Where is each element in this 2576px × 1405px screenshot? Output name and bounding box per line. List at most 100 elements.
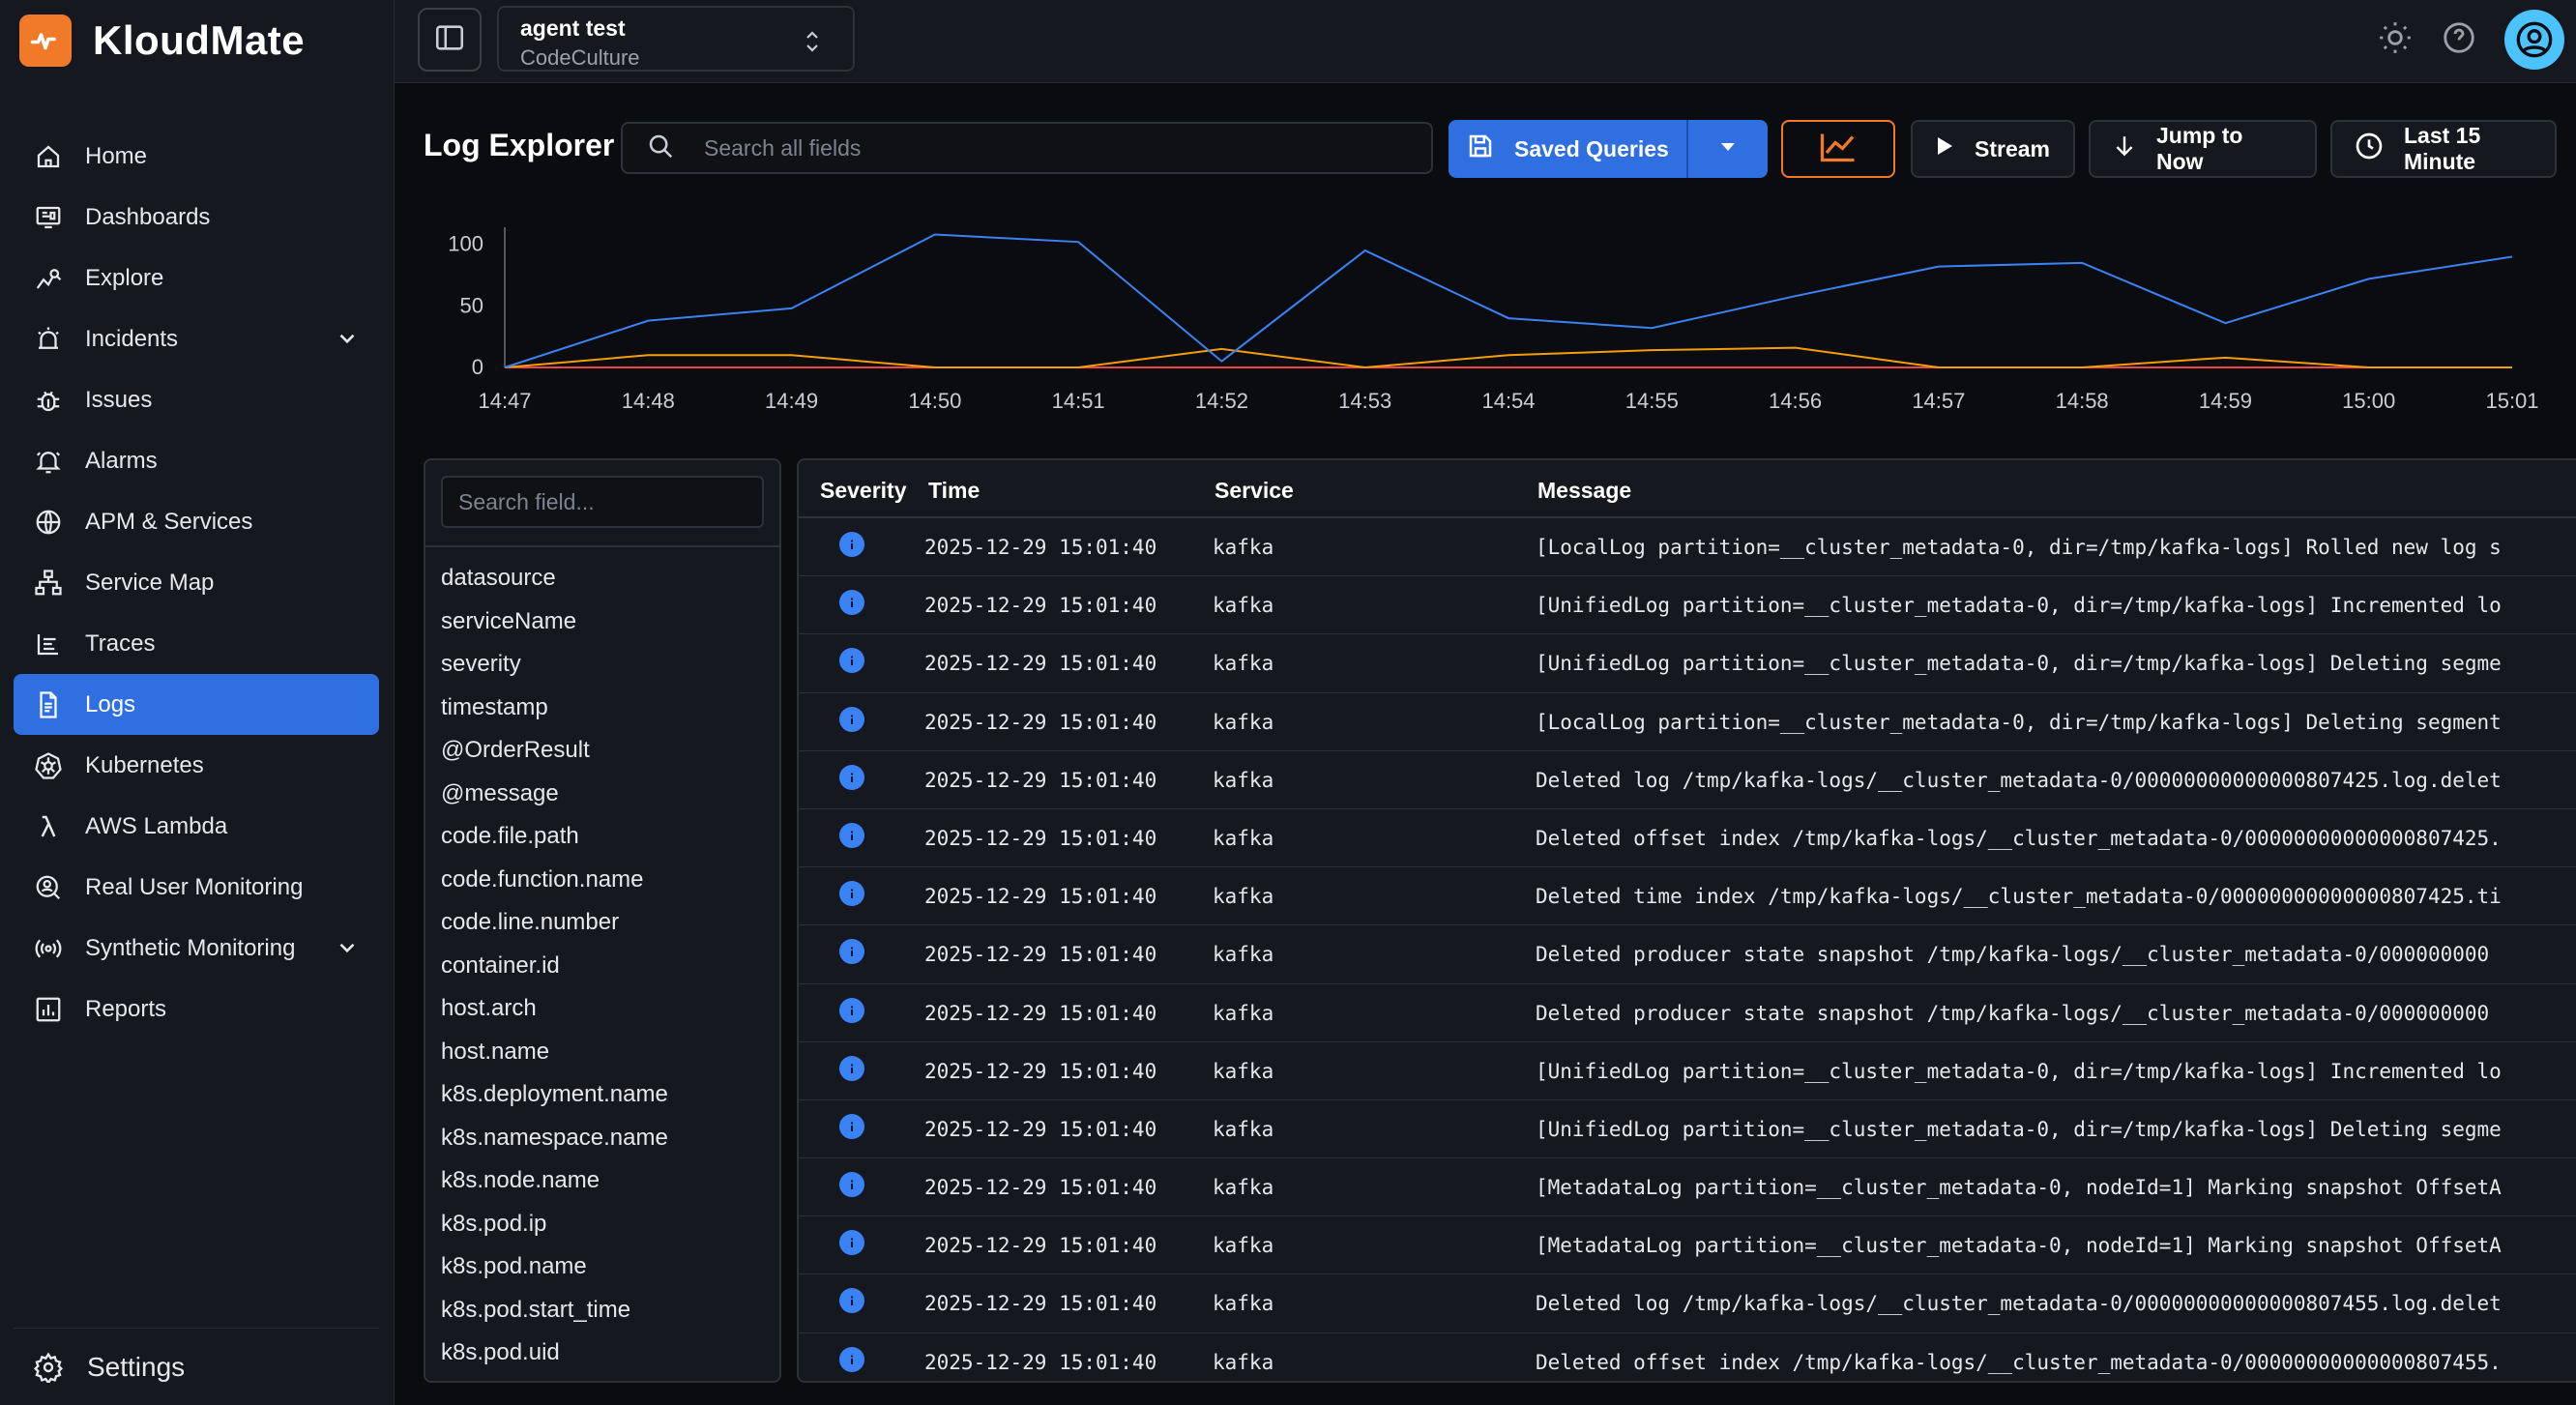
info-icon: [839, 706, 864, 732]
info-icon: [839, 590, 864, 616]
sidebar-item-traces[interactable]: Traces: [14, 613, 379, 674]
sidebar-toggle-button[interactable]: [418, 8, 482, 72]
x-tick-label: 14:51: [1052, 389, 1105, 413]
sidebar-item-home[interactable]: Home: [14, 126, 379, 187]
table-row[interactable]: 2025-12-29 15:01:40 kafka Deleted offset i…: [799, 809, 2576, 868]
saved-queries-dropdown[interactable]: [1688, 120, 1768, 178]
brand[interactable]: KloudMate: [19, 12, 305, 70]
row-message: [UnifiedLog partition=__cluster_metadata…: [1536, 594, 2502, 618]
table-row[interactable]: 2025-12-29 15:01:40 kafka [LocalLog partit…: [799, 693, 2576, 751]
series-line: [504, 233, 2513, 368]
field-search-input[interactable]: [441, 476, 764, 528]
field-item[interactable]: k8s.pod.uid: [425, 1332, 779, 1375]
chevron-down-icon[interactable]: [335, 326, 360, 358]
column-header-service[interactable]: Service: [1215, 478, 1294, 504]
document-icon: [31, 688, 66, 722]
time-range-button[interactable]: Last 15 Minute: [2330, 120, 2557, 178]
row-message: [LocalLog partition=__cluster_metadata-0…: [1536, 710, 2502, 734]
table-row[interactable]: 2025-12-29 15:01:40 kafka [UnifiedLog part…: [799, 576, 2576, 635]
sidebar-item-incidents[interactable]: Incidents: [14, 308, 379, 369]
row-message: [LocalLog partition=__cluster_metadata-0…: [1536, 536, 2502, 559]
column-header-time[interactable]: Time: [928, 478, 980, 504]
saved-queries-button[interactable]: Saved Queries: [1449, 120, 1688, 178]
sidebar-item-rum[interactable]: Real User Monitoring: [14, 857, 379, 918]
field-item[interactable]: k8s.pod.ip: [425, 1203, 779, 1246]
chevron-down-icon[interactable]: [335, 935, 360, 967]
column-header-severity[interactable]: Severity: [820, 478, 907, 504]
column-header-message[interactable]: Message: [1537, 478, 1631, 504]
sidebar-item-explore[interactable]: Explore: [14, 248, 379, 308]
search-icon: [646, 132, 675, 165]
field-item[interactable]: k8s.namespace.name: [425, 1117, 779, 1160]
sidebar-item-logs[interactable]: Logs: [14, 674, 379, 735]
field-item[interactable]: k8s.deployment.name: [425, 1073, 779, 1117]
sidebar-item-label: Issues: [85, 386, 153, 413]
field-item[interactable]: code.file.path: [425, 815, 779, 859]
row-time: 2025-12-29 15:01:40: [924, 710, 1157, 734]
sidebar-item-kubernetes[interactable]: Kubernetes: [14, 735, 379, 796]
sidebar-item-label: Explore: [85, 264, 164, 291]
table-row[interactable]: 2025-12-29 15:01:40 kafka Deleted offset i…: [799, 1333, 2576, 1381]
field-item[interactable]: datasource: [425, 557, 779, 600]
table-row[interactable]: 2025-12-29 15:01:40 kafka Deleted time ind…: [799, 867, 2576, 926]
field-item[interactable]: k8s.pod.name: [425, 1245, 779, 1289]
search-input[interactable]: [704, 134, 1381, 161]
sidebar-item-synthetic[interactable]: Synthetic Monitoring: [14, 918, 379, 979]
sidebar-item-reports[interactable]: Reports: [14, 979, 379, 1039]
workspace-selector[interactable]: agent test CodeCulture: [497, 6, 855, 72]
table-row[interactable]: 2025-12-29 15:01:40 kafka Deleted log /tmp…: [799, 1274, 2576, 1333]
table-row[interactable]: 2025-12-29 15:01:40 kafka Deleted log /tmp…: [799, 751, 2576, 809]
logs-table: Severity Time Service Message 2025-12-29…: [797, 458, 2576, 1383]
explore-icon: [31, 261, 66, 296]
field-item[interactable]: code.line.number: [425, 901, 779, 945]
table-row[interactable]: 2025-12-29 15:01:40 kafka [UnifiedLog part…: [799, 1042, 2576, 1100]
sidebar-item-label: AWS Lambda: [85, 812, 228, 839]
stream-button[interactable]: Stream: [1911, 120, 2075, 178]
field-item[interactable]: host.name: [425, 1031, 779, 1074]
sidebar-item-alarms[interactable]: Alarms: [14, 430, 379, 491]
x-tick-label: 14:57: [1912, 389, 1965, 413]
sidebar-item-aws-lambda[interactable]: AWS Lambda: [14, 796, 379, 857]
broadcast-icon: [31, 931, 66, 966]
sidebar-item-dashboards[interactable]: Dashboards: [14, 187, 379, 248]
table-row[interactable]: 2025-12-29 15:01:40 kafka [UnifiedLog part…: [799, 1100, 2576, 1159]
field-item[interactable]: code.function.name: [425, 859, 779, 902]
table-row[interactable]: 2025-12-29 15:01:40 kafka [MetadataLog par…: [799, 1158, 2576, 1217]
field-item[interactable]: @message: [425, 773, 779, 816]
sidebar-item-issues[interactable]: Issues: [14, 369, 379, 430]
field-item[interactable]: container.id: [425, 945, 779, 988]
row-service: kafka: [1213, 652, 1274, 676]
info-icon: [839, 1113, 864, 1139]
table-row[interactable]: 2025-12-29 15:01:40 kafka Deleted producer…: [799, 984, 2576, 1042]
table-row[interactable]: 2025-12-29 15:01:40 kafka [UnifiedLog part…: [799, 634, 2576, 693]
x-tick-label: 14:49: [765, 389, 818, 413]
settings-label: Settings: [87, 1351, 186, 1382]
table-row[interactable]: 2025-12-29 15:01:40 kafka [LocalLog partit…: [799, 518, 2576, 577]
field-item[interactable]: k8s.pod.start_time: [425, 1289, 779, 1332]
sidebar-item-service-map[interactable]: Service Map: [14, 552, 379, 613]
chart-toggle-button[interactable]: [1781, 120, 1895, 178]
field-item[interactable]: severity: [425, 643, 779, 687]
search-bar: [621, 122, 1433, 174]
x-tick-label: 14:47: [478, 389, 531, 413]
sun-icon[interactable]: [2377, 19, 2414, 61]
table-row[interactable]: 2025-12-29 15:01:40 kafka [MetadataLog par…: [799, 1216, 2576, 1275]
field-item[interactable]: k8s.node.name: [425, 1159, 779, 1203]
table-row[interactable]: 2025-12-29 15:01:40 kafka Deleted producer…: [799, 925, 2576, 984]
bug-icon: [31, 383, 66, 418]
jump-to-now-label: Jump to Now: [2156, 123, 2243, 174]
help-icon[interactable]: [2441, 19, 2477, 61]
field-item[interactable]: @OrderResult: [425, 729, 779, 773]
lambda-icon: [31, 809, 66, 844]
row-message: Deleted offset index /tmp/kafka-logs/__c…: [1536, 826, 2502, 850]
field-item[interactable]: host.arch: [425, 987, 779, 1031]
jump-to-now-button[interactable]: Jump to Now: [2089, 120, 2317, 178]
row-time: 2025-12-29 15:01:40: [924, 652, 1157, 676]
field-item[interactable]: timestamp: [425, 687, 779, 730]
avatar[interactable]: [2504, 10, 2564, 70]
topbar: agent test CodeCulture: [395, 0, 2576, 83]
x-tick-label: 14:59: [2199, 389, 2252, 413]
field-item[interactable]: serviceName: [425, 600, 779, 644]
sidebar-item-settings[interactable]: Settings: [14, 1328, 379, 1405]
sidebar-item-apm[interactable]: APM & Services: [14, 491, 379, 552]
